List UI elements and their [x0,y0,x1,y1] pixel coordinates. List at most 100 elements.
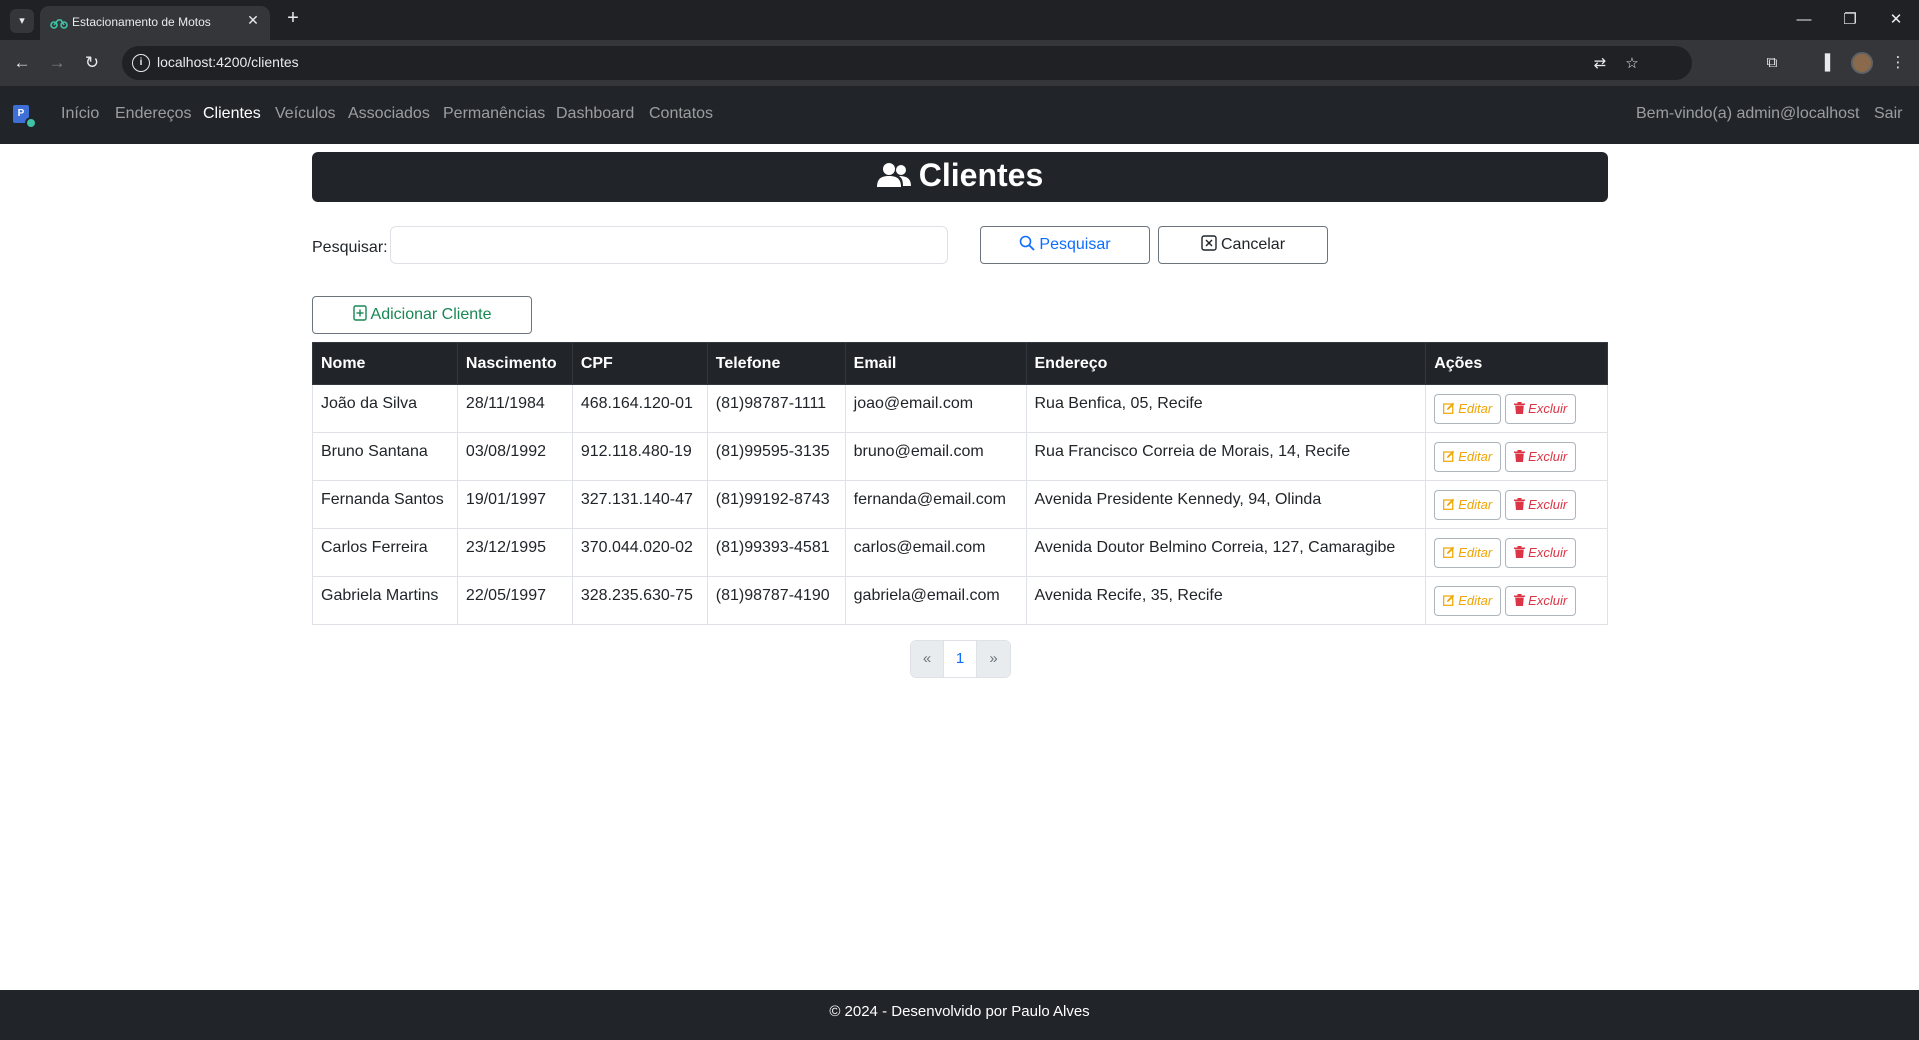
cell-endereco: Avenida Recife, 35, Recife [1025,576,1427,625]
tab-title: Estacionamento de Motos [72,15,211,29]
column-header-email: Email [844,342,1027,385]
cell-cpf: 328.235.630-75 [571,576,708,625]
pagination-page[interactable]: 1 [944,641,977,677]
cell-telefone: (81)99595-3135 [706,432,846,481]
cell-cpf: 468.164.120-01 [571,384,708,433]
motorcycle-icon [50,19,68,29]
tab-search-icon[interactable]: ▾ [10,9,34,33]
cell-cpf: 912.118.480-19 [571,432,708,481]
cell-endereco: Rua Benfica, 05, Recife [1025,384,1427,433]
column-header-endereco: Endereço [1025,342,1427,385]
add-client-button[interactable]: Adicionar Cliente [312,296,532,334]
browser-toolbar: ← → ↻ i localhost:4200/clientes ⇄ ☆ ⧉ ▐ … [0,40,1919,86]
edit-icon [1443,450,1455,462]
delete-button[interactable]: Excluir [1505,441,1577,472]
browser-tabbar: ▾ Estacionamento de Motos ✕ + — ❐ ✕ [0,0,1919,40]
menu-icon[interactable]: ⋮ [1886,51,1910,75]
cell-telefone: (81)98787-1111 [706,384,846,433]
extensions-icon[interactable]: ⧉ [1760,51,1784,75]
reload-icon[interactable]: ↻ [80,51,104,75]
cell-nascimento: 03/08/1992 [456,432,573,481]
nav-link-clientes[interactable]: Clientes [203,105,261,123]
cancel-button[interactable]: Cancelar [1158,226,1328,264]
side-panel-icon[interactable]: ▐ [1813,51,1837,75]
cell-cpf: 370.044.020-02 [571,528,708,577]
edit-button[interactable]: Editar [1434,537,1502,568]
cell-nome: Fernanda Santos [312,480,458,529]
search-button[interactable]: Pesquisar [980,226,1150,264]
trash-icon [1514,546,1526,559]
edit-button[interactable]: Editar [1434,585,1502,616]
nav-link-associados[interactable]: Associados [348,105,430,123]
column-header-nascimento: Nascimento [456,342,573,385]
minimize-icon[interactable]: — [1789,8,1819,32]
cell-nome: Carlos Ferreira [312,528,458,577]
cell-email: gabriela@email.com [844,576,1027,625]
column-header-telefone: Telefone [706,342,846,385]
browser-tab[interactable]: Estacionamento de Motos ✕ [40,6,270,40]
pagination: « 1 » [910,640,1011,678]
site-info-icon[interactable]: i [132,54,150,72]
delete-button[interactable]: Excluir [1505,393,1577,424]
pagination-next[interactable]: » [977,641,1010,677]
star-icon[interactable]: ☆ [1622,54,1642,74]
welcome-text: Bem-vindo(a) admin@localhost [1636,105,1860,122]
nav-link-dashboard[interactable]: Dashboard [556,105,634,123]
cell-nome: João da Silva [312,384,458,433]
clients-table: Nome Nascimento CPF Telefone Email Ender… [312,342,1608,625]
close-window-icon[interactable]: ✕ [1881,8,1911,32]
nav-link-inicio[interactable]: Início [61,105,99,123]
edit-button[interactable]: Editar [1434,393,1502,424]
logout-link[interactable]: Sair [1874,105,1902,123]
edit-button[interactable]: Editar [1434,489,1502,520]
translate-icon[interactable]: ⇄ [1590,54,1610,74]
delete-button[interactable]: Excluir [1505,585,1577,616]
table-row: Carlos Ferreira 23/12/1995 370.044.020-0… [312,528,1608,577]
nav-link-permanencias[interactable]: Permanências [443,105,545,123]
nav-link-contatos[interactable]: Contatos [649,105,713,123]
url-text[interactable]: localhost:4200/clientes [157,54,299,70]
cell-email: joao@email.com [844,384,1027,433]
cell-cpf: 327.131.140-47 [571,480,708,529]
delete-button[interactable]: Excluir [1505,489,1577,520]
cell-nome: Gabriela Martins [312,576,458,625]
search-input[interactable] [390,226,948,264]
edit-icon [1443,498,1455,510]
nav-link-veiculos[interactable]: Veículos [275,105,335,123]
column-header-acoes: Ações [1425,342,1608,385]
search-label: Pesquisar: [312,239,388,256]
new-tab-button[interactable]: + [282,7,304,30]
edit-button[interactable]: Editar [1434,441,1502,472]
cell-nascimento: 22/05/1997 [456,576,573,625]
users-icon [876,162,911,187]
cell-nome: Bruno Santana [312,432,458,481]
edit-icon [1443,402,1455,414]
delete-button[interactable]: Excluir [1505,537,1577,568]
brand-logo-icon[interactable]: P [13,105,37,129]
column-header-nome: Nome [312,342,458,385]
edit-icon [1443,546,1455,558]
nav-link-enderecos[interactable]: Endereços [115,105,192,123]
cell-endereco: Avenida Presidente Kennedy, 94, Olinda [1025,480,1427,529]
table-header-row: Nome Nascimento CPF Telefone Email Ender… [312,342,1608,385]
address-bar[interactable]: i localhost:4200/clientes ⇄ ☆ [122,46,1692,80]
cell-endereco: Avenida Doutor Belmino Correia, 127, Cam… [1025,528,1427,577]
cell-telefone: (81)99393-4581 [706,528,846,577]
file-plus-icon [352,305,367,321]
trash-icon [1514,450,1526,463]
trash-icon [1514,402,1526,415]
table-row: João da Silva 28/11/1984 468.164.120-01 … [312,384,1608,433]
footer-text: © 2024 - Desenvolvido por Paulo Alves [829,1003,1090,1020]
edit-icon [1443,594,1455,606]
cell-acoes: Editar Excluir [1425,576,1608,625]
forward-icon[interactable]: → [45,51,69,75]
search-icon [1020,235,1036,251]
app-navbar: P Início Endereços Clientes Veículos Ass… [0,86,1919,144]
cell-nascimento: 23/12/1995 [456,528,573,577]
close-tab-icon[interactable]: ✕ [244,12,262,29]
pagination-prev[interactable]: « [911,641,944,677]
cell-acoes: Editar Excluir [1425,432,1608,481]
restore-icon[interactable]: ❐ [1835,8,1865,32]
profile-icon[interactable] [1851,52,1873,74]
back-icon[interactable]: ← [10,51,34,75]
